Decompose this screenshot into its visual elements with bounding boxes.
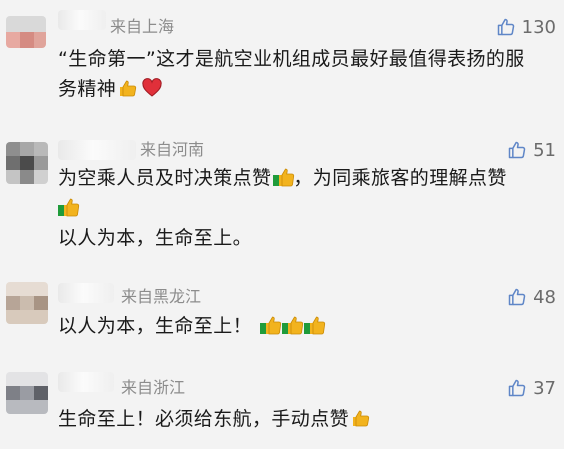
comment-location: 来自上海 xyxy=(110,17,175,36)
comment-line: 生命至上！必须给东航，手动点赞 xyxy=(58,408,350,430)
thumbs-up-emoji xyxy=(273,167,295,187)
thumbs-up-outline-icon xyxy=(508,141,526,159)
like-button[interactable]: 48 xyxy=(507,285,556,309)
like-count: 130 xyxy=(521,16,556,38)
thumbs-up-emoji xyxy=(118,78,138,98)
thumbs-up-emoji xyxy=(351,408,371,428)
thumbs-up-outline-icon xyxy=(508,288,526,306)
username[interactable] xyxy=(58,372,114,392)
like-count: 48 xyxy=(533,286,556,308)
avatar[interactable] xyxy=(6,282,48,324)
thumbs-up-emoji xyxy=(304,315,326,335)
comment-location: 来自浙江 xyxy=(121,378,186,397)
thumbs-up-emoji xyxy=(282,315,304,335)
thumbs-up-outline-icon xyxy=(497,18,514,36)
thumbs-up-emoji xyxy=(58,197,80,217)
username[interactable] xyxy=(58,10,106,30)
thumbs-up-outline-icon xyxy=(508,379,526,397)
comment-text: 生命至上！必须给东航，手动点赞 xyxy=(58,404,554,434)
avatar[interactable] xyxy=(6,142,48,184)
comment-line: 务精神 xyxy=(58,78,117,100)
thumbs-up-emoji xyxy=(260,315,282,335)
comment-location: 来自黑龙江 xyxy=(121,287,202,306)
comment-line: ，为同乘旅客的理解点赞 xyxy=(293,167,507,189)
like-button[interactable]: 51 xyxy=(507,138,556,162)
comment-line: 以人为本，生命至上！ xyxy=(58,315,253,337)
username[interactable] xyxy=(58,283,114,303)
comment-text: “生命第一”这才是航空业机组成员最好最值得表扬的服 务精神 xyxy=(58,44,554,104)
comment-location: 来自河南 xyxy=(140,140,205,159)
avatar[interactable] xyxy=(6,372,48,414)
like-count: 37 xyxy=(533,377,556,399)
avatar[interactable] xyxy=(6,16,46,48)
comment-text: 为空乘人员及时决策点赞 ，为同乘旅客的理解点赞 以人为本，生命至上。 xyxy=(58,163,554,253)
like-button[interactable]: 130 xyxy=(496,15,556,39)
comment-line: “生命第一”这才是航空业机组成员最好最值得表扬的服 xyxy=(58,48,525,70)
comment-text: 以人为本，生命至上！ xyxy=(58,311,554,341)
red-heart-emoji xyxy=(142,78,162,98)
comment-line: 为空乘人员及时决策点赞 xyxy=(58,167,272,189)
username[interactable] xyxy=(58,140,136,160)
comment-line: 以人为本，生命至上。 xyxy=(58,227,253,249)
like-count: 51 xyxy=(533,139,556,161)
like-button[interactable]: 37 xyxy=(507,376,556,400)
